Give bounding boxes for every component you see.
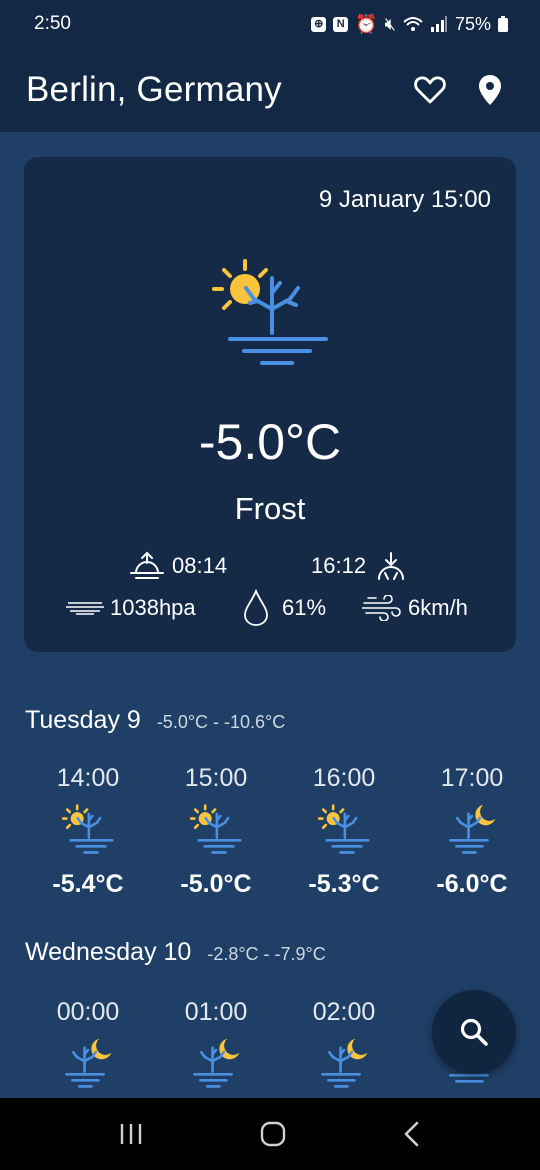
humidity-value: 61% [282,595,327,620]
sunset-time: 16:12 [311,553,367,578]
wind-info: 6km/h [362,595,468,621]
sunset-icon [378,552,405,580]
pressure-value: 1038hpa [110,595,196,620]
hour-time: 01:00 [184,998,248,1026]
nfc-icon: N [333,16,349,32]
search-icon [460,1018,488,1046]
wifi-icon [403,17,423,31]
app-bar: Berlin, Germany [0,48,540,132]
sunrise-time: 08:14 [172,553,228,578]
hour-time: 16:00 [312,764,376,792]
battery-icon [498,16,508,32]
search-button[interactable] [432,990,516,1074]
frost-moon-icon [321,1038,368,1088]
day-range: -5.0°C - -10.6°C [156,712,286,732]
hour-forecast[interactable]: 00:00 [24,998,152,1094]
hour-forecast[interactable]: 14:00 -5.4°C [24,764,152,899]
sunset-info: 16:12 [311,551,408,581]
day-header: Wednesday 10 -2.8°C - -7.9°C [25,938,326,967]
droplet-icon [244,589,268,626]
status-time: 2:50 [34,13,71,34]
heart-outline-icon [414,76,446,104]
hour-forecast[interactable]: 15:00 -5.0°C [152,764,280,899]
current-temperature: -5.0°C [198,414,342,470]
location-pin-icon [479,75,501,105]
system-nav-bar [0,1098,540,1170]
frost-moon-icon [193,1038,240,1088]
hour-temperature: -6.0°C [436,870,508,898]
sunrise-info: 08:14 [130,551,227,581]
mute-icon: 🔇︎ [384,13,396,34]
day-name: Wednesday 10 [25,938,192,966]
day-name: Tuesday 9 [25,706,141,734]
hour-forecast[interactable]: 16:00 -5.3°C [280,764,408,899]
frost-moon-icon [65,1038,112,1088]
hour-time: 15:00 [184,764,248,792]
hour-temperature: -5.0°C [180,870,252,898]
status-icons: ⊕ N ⏰ 🔇︎ 75% [311,14,508,35]
current-weather-card: 9 January 15:00 -5.0°C Frost 08:14 16:12 [24,157,516,652]
current-condition: Frost [234,491,306,526]
pressure-icon [66,602,104,615]
hour-forecast[interactable]: 02:00 [280,998,408,1094]
hour-time: 00:00 [56,998,120,1026]
frost-sun-icon [212,259,328,365]
hour-forecast[interactable]: 01:00 [152,998,280,1094]
page-title: Berlin, Germany [26,70,282,109]
sunrise-icon [130,551,164,579]
alarm-icon: ⏰ [355,13,378,34]
pressure-info: 1038hpa [66,595,196,621]
recent-apps-icon[interactable] [118,1122,144,1146]
signal-icon [430,16,447,32]
frost-sun-icon [189,804,242,854]
wind-icon [362,595,401,621]
frost-moon-icon [449,804,496,854]
wind-value: 6km/h [408,595,468,620]
hour-temperature: -5.3°C [308,870,380,898]
home-icon[interactable] [260,1121,286,1147]
back-icon[interactable] [402,1121,422,1147]
security-icon: ⊕ [311,16,327,32]
frost-sun-icon [317,804,370,854]
location-button[interactable] [466,66,514,114]
humidity-info: 61% [242,589,326,627]
battery-text: 75% [454,13,491,34]
hour-temperature: -5.4°C [52,870,124,898]
favorite-button[interactable] [406,66,454,114]
current-datetime: 9 January 15:00 [318,186,491,213]
frost-sun-icon [61,804,114,854]
hour-time: 14:00 [56,764,120,792]
status-bar: 2:50 ⊕ N ⏰ 🔇︎ 75% [0,0,540,48]
hour-time: 17:00 [440,764,504,792]
hour-time: 02:00 [312,998,376,1026]
hour-forecast[interactable]: 17:00 -6.0°C [408,764,536,899]
day-range: -2.8°C - -7.9°C [207,944,326,964]
day-header: Tuesday 9 -5.0°C - -10.6°C [25,706,285,735]
